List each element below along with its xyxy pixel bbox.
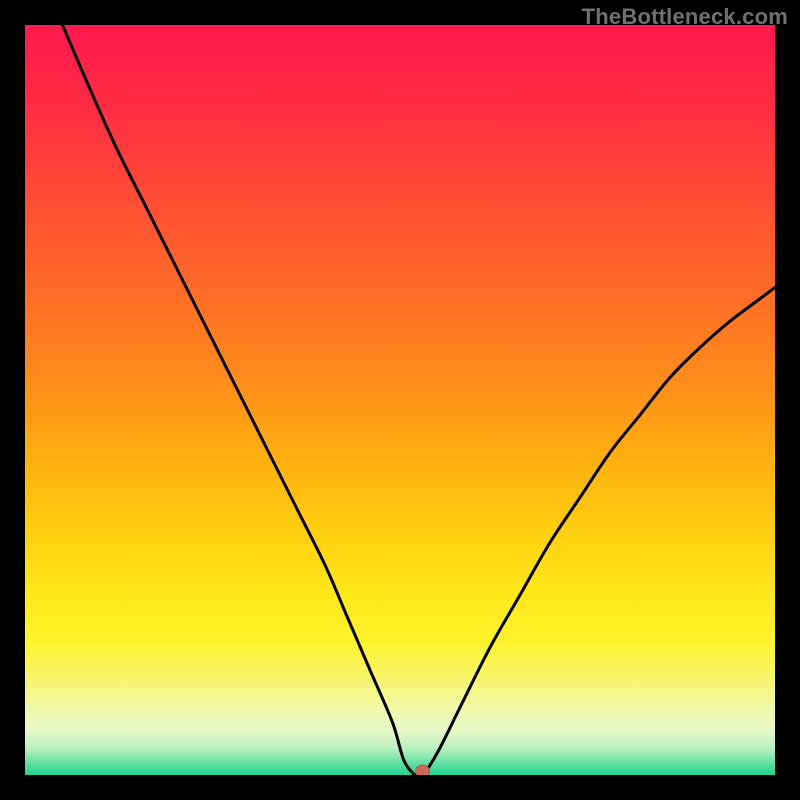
plot-area xyxy=(25,25,775,775)
bottleneck-chart xyxy=(25,25,775,775)
gradient-background xyxy=(25,25,775,775)
watermark-text: TheBottleneck.com xyxy=(582,4,788,30)
chart-frame: TheBottleneck.com xyxy=(0,0,800,800)
optimal-point-marker xyxy=(416,765,430,775)
